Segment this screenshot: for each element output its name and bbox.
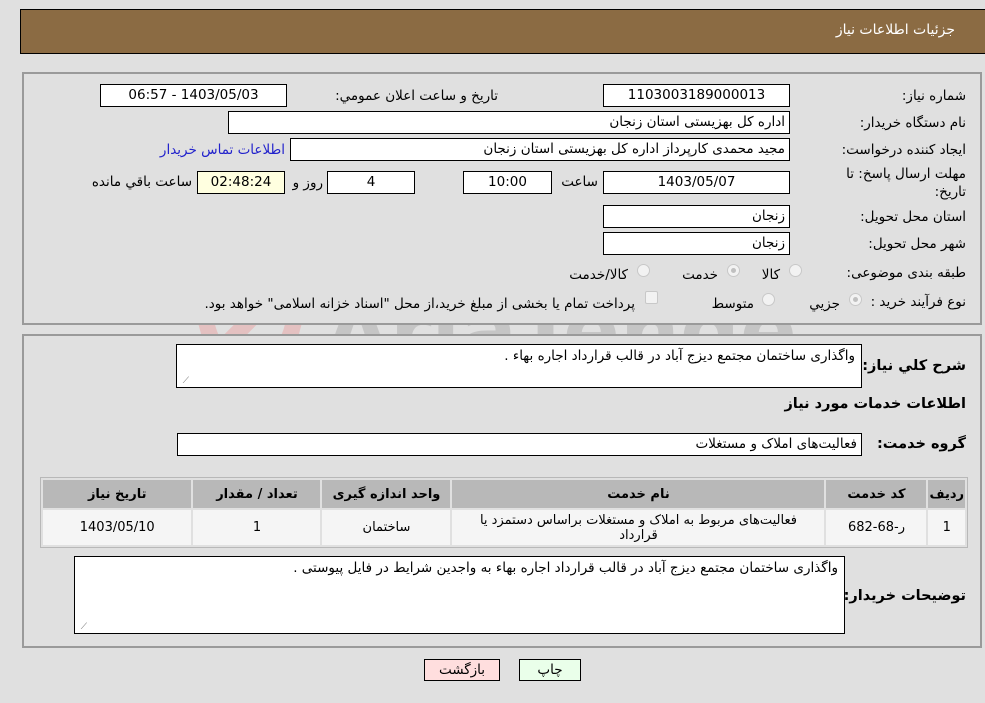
summary-text: واگذاری ساختمان مجتمع دیزج آباد در قالب … xyxy=(504,348,855,364)
table-row: 1 ر-68-682 فعالیت‌های مربوط به املاک و م… xyxy=(43,510,965,545)
province-label: استان محل تحویل: xyxy=(860,209,966,225)
cell-unit: ساختمان xyxy=(322,510,451,545)
category-radio-both[interactable] xyxy=(637,264,650,277)
days-label: روز و xyxy=(292,175,323,191)
treasury-checkbox[interactable] xyxy=(645,291,658,304)
service-group-field: فعالیت‌های املاک و مستغلات xyxy=(177,433,862,456)
category-option-goods: کالا xyxy=(761,267,780,283)
deadline-label-line1: مهلت ارسال پاسخ: تا xyxy=(846,166,966,182)
summary-label: شرح کلي نیاز: xyxy=(862,358,966,374)
col-service-code: کد خدمت xyxy=(826,480,927,508)
back-button[interactable]: بازگشت xyxy=(424,659,500,681)
col-service-name: نام خدمت xyxy=(452,480,825,508)
services-table: ردیف کد خدمت نام خدمت واحد اندازه گیری ت… xyxy=(40,477,968,548)
buyer-org-label: نام دستگاه خریدار: xyxy=(859,115,966,131)
category-radio-service[interactable] xyxy=(727,264,740,277)
buyer-notes-text: واگذاری ساختمان مجتمع دیزج آباد در قالب … xyxy=(293,560,838,576)
need-number-field: 1103003189000013 xyxy=(603,84,790,107)
creator-label: ایجاد کننده درخواست: xyxy=(841,142,966,158)
need-info-panel: شماره نیاز: 1103003189000013 تاریخ و ساع… xyxy=(22,72,982,325)
deadline-date-field: 1403/05/07 xyxy=(603,171,790,194)
cell-need-date: 1403/05/10 xyxy=(43,510,192,545)
time-remaining-field: 02:48:24 xyxy=(197,171,285,194)
announce-datetime-field: 1403/05/03 - 06:57 xyxy=(100,84,287,107)
creator-field: مجید محمدی کارپرداز اداره کل بهزیستی است… xyxy=(290,138,790,161)
page-title: جزئیات اطلاعات نیاز xyxy=(835,22,955,38)
buyer-org-field: اداره کل بهزیستی استان زنجان xyxy=(228,111,790,134)
category-label: طبقه بندی موضوعی: xyxy=(846,265,966,281)
print-button[interactable]: چاپ xyxy=(519,659,581,681)
details-panel: شرح کلي نیاز: واگذاری ساختمان مجتمع دیزج… xyxy=(22,334,982,648)
process-option-minor: جزیي xyxy=(809,296,840,312)
col-need-date: تاریخ نیاز xyxy=(43,480,192,508)
treasury-note: پرداخت تمام یا بخشی از مبلغ خرید،از محل … xyxy=(204,296,635,312)
summary-textarea[interactable]: واگذاری ساختمان مجتمع دیزج آباد در قالب … xyxy=(176,344,862,388)
services-heading: اطلاعات خدمات مورد نیاز xyxy=(784,396,966,412)
days-remaining-field: 4 xyxy=(327,171,415,194)
resize-grip-icon[interactable]: ⟋ xyxy=(77,622,87,632)
category-radio-goods[interactable] xyxy=(789,264,802,277)
buyer-notes-label: توضیحات خریدار: xyxy=(843,588,966,604)
deadline-label-line2: تاریخ: xyxy=(934,184,966,200)
process-option-medium: متوسط xyxy=(711,296,754,312)
process-radio-medium[interactable] xyxy=(762,293,775,306)
resize-grip-icon[interactable]: ⟋ xyxy=(179,376,189,386)
announce-datetime-label: تاریخ و ساعت اعلان عمومي: xyxy=(335,88,498,104)
cell-service-name: فعالیت‌های مربوط به املاک و مستغلات براس… xyxy=(452,510,825,545)
cell-service-code: ر-68-682 xyxy=(826,510,927,545)
time-remaining-label: ساعت باقي مانده xyxy=(91,174,192,190)
cell-row-number: 1 xyxy=(928,510,965,545)
process-type-label: نوع فرآیند خرید : xyxy=(870,294,966,310)
need-number-label: شماره نیاز: xyxy=(901,88,966,104)
table-header-row: ردیف کد خدمت نام خدمت واحد اندازه گیری ت… xyxy=(43,480,965,508)
buyer-contact-link[interactable]: اطلاعات تماس خریدار xyxy=(160,142,285,158)
category-option-service: خدمت xyxy=(682,267,718,283)
service-group-label: گروه خدمت: xyxy=(876,436,966,452)
buyer-notes-textarea[interactable]: واگذاری ساختمان مجتمع دیزج آباد در قالب … xyxy=(74,556,845,634)
col-unit: واحد اندازه گیری xyxy=(322,480,451,508)
deadline-time-field: 10:00 xyxy=(463,171,552,194)
cell-quantity: 1 xyxy=(193,510,321,545)
city-field: زنجان xyxy=(603,232,790,255)
deadline-label: مهلت ارسال پاسخ: تا xyxy=(846,166,966,182)
province-field: زنجان xyxy=(603,205,790,228)
col-row-number: ردیف xyxy=(928,480,965,508)
category-option-both: کالا/خدمت xyxy=(569,267,628,283)
process-radio-minor[interactable] xyxy=(849,293,862,306)
deadline-time-label: ساعت xyxy=(561,174,598,190)
page-header: جزئیات اطلاعات نیاز xyxy=(20,9,985,54)
col-quantity: تعداد / مقدار xyxy=(193,480,321,508)
city-label: شهر محل تحویل: xyxy=(868,236,966,252)
